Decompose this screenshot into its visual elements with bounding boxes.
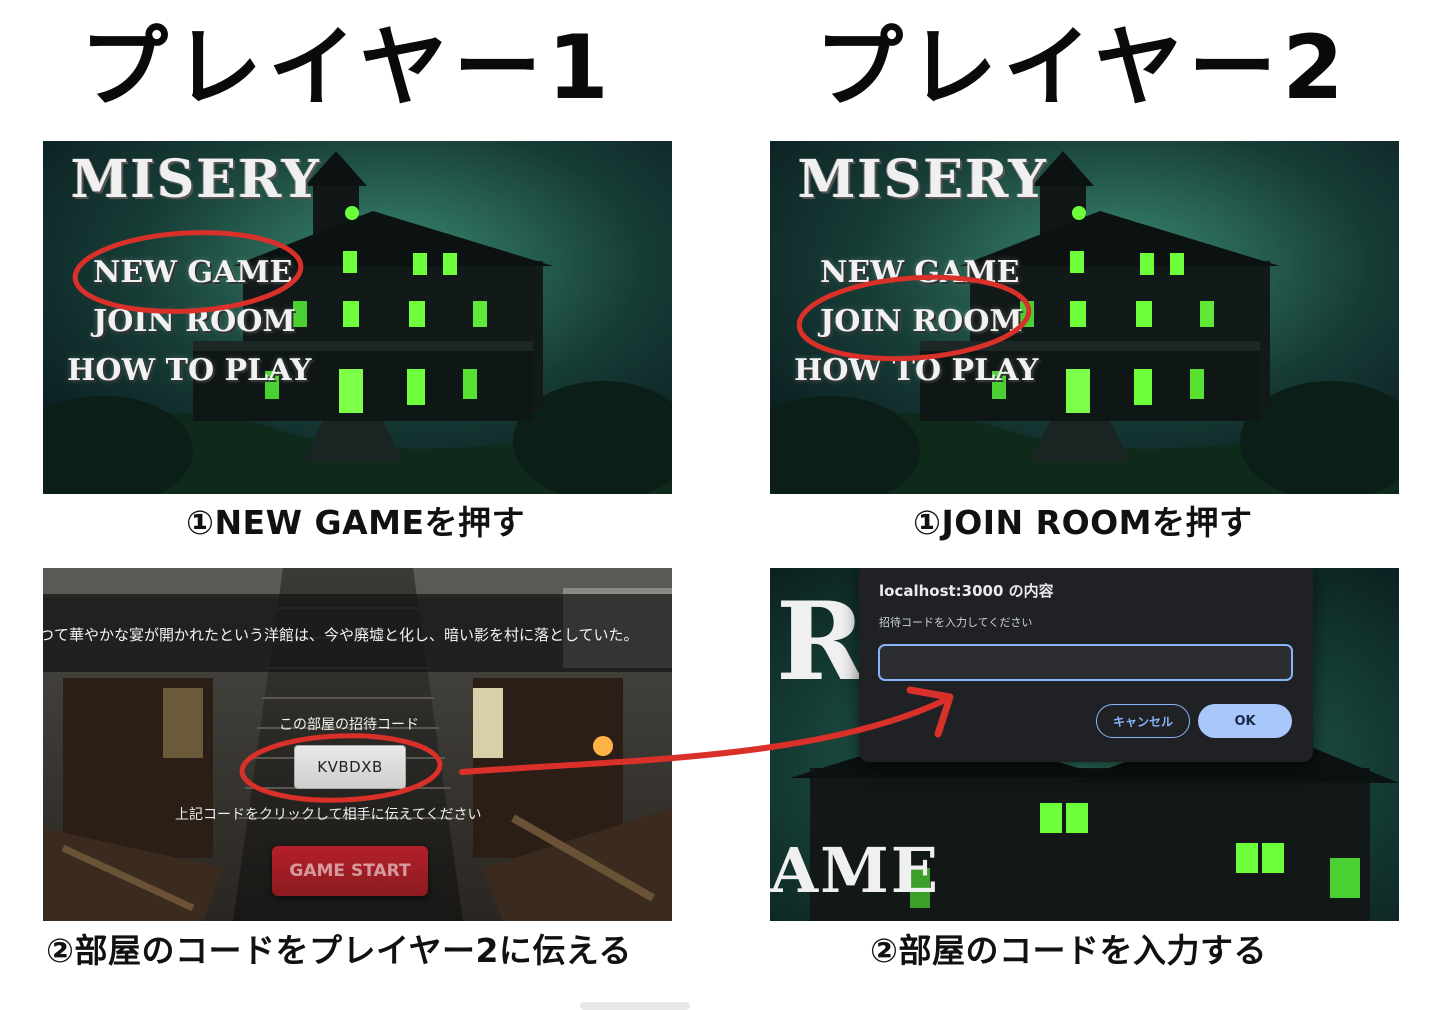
background-menu-fragment: AME xyxy=(770,834,940,907)
join-room-menu-item[interactable]: JOIN ROOM xyxy=(820,304,1023,339)
player2-join-screen: R AME localhost:3000 の内容 招待コードを入力してください … xyxy=(770,568,1399,921)
player1-heading: プレイヤー1 xyxy=(80,16,615,119)
story-text: つて華やかな宴が開かれたという洋館は、今や廃墟と化し、暗い影を村に落としていた。 xyxy=(43,626,639,644)
new-game-menu-item[interactable]: NEW GAME xyxy=(93,255,292,290)
invite-code-label: この部屋の招待コード xyxy=(279,717,419,733)
how-to-play-menu-item[interactable]: HOW TO PLAY xyxy=(794,353,1038,388)
background-logo-fragment: R xyxy=(776,579,866,705)
invite-code-button[interactable]: KVBDXB xyxy=(294,745,406,789)
new-game-menu-item[interactable]: NEW GAME xyxy=(820,255,1019,290)
player2-heading: プレイヤー2 xyxy=(815,16,1350,119)
ok-button[interactable]: OK xyxy=(1198,704,1292,738)
invite-code-input[interactable] xyxy=(878,644,1293,681)
game-logo: MISERY xyxy=(71,149,321,210)
step1-caption-player1: ①NEW GAMEを押す xyxy=(186,503,525,542)
dialog-message: 招待コードを入力してください xyxy=(879,616,1033,629)
game-logo: MISERY xyxy=(798,149,1048,210)
player1-title-screen: MISERY NEW GAME JOIN ROOM HOW TO PLAY xyxy=(43,141,672,494)
home-indicator xyxy=(580,1002,690,1010)
player2-title-screen: MISERY NEW GAME JOIN ROOM HOW TO PLAY xyxy=(770,141,1399,494)
dialog-title: localhost:3000 の内容 xyxy=(879,582,1054,600)
player1-lobby-screen: つて華やかな宴が開かれたという洋館は、今や廃墟と化し、暗い影を村に落としていた。… xyxy=(43,568,672,921)
copy-code-hint: 上記コードをクリックして相手に伝えてください xyxy=(175,807,482,823)
step1-caption-player2: ①JOIN ROOMを押す xyxy=(913,503,1253,542)
cancel-button[interactable]: キャンセル xyxy=(1096,704,1190,738)
how-to-play-menu-item[interactable]: HOW TO PLAY xyxy=(67,353,311,388)
step2-caption-player1: ②部屋のコードをプレイヤー2に伝える xyxy=(46,931,632,970)
game-start-button[interactable]: GAME START xyxy=(272,846,428,896)
join-room-menu-item[interactable]: JOIN ROOM xyxy=(93,304,296,339)
prompt-dialog: localhost:3000 の内容 招待コードを入力してください キャンセル … xyxy=(859,568,1313,762)
step2-caption-player2: ②部屋のコードを入力する xyxy=(870,931,1267,970)
